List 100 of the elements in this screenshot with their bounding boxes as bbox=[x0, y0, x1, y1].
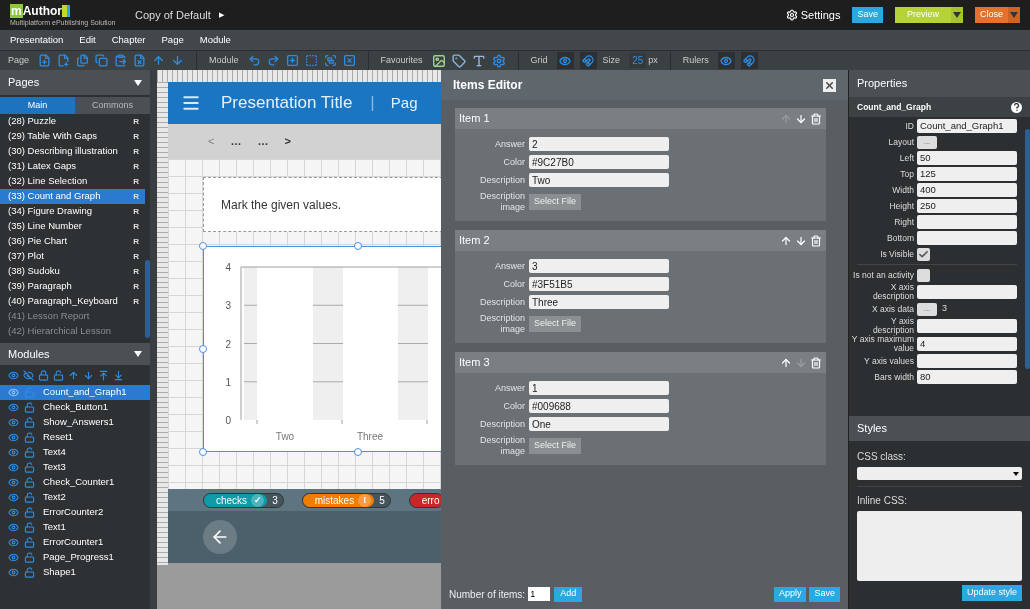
file-plus-icon[interactable] bbox=[38, 54, 52, 67]
input-field[interactable]: Two bbox=[529, 173, 669, 187]
text-icon[interactable] bbox=[471, 53, 486, 68]
resize-handle[interactable] bbox=[354, 448, 362, 456]
group-icon[interactable] bbox=[323, 54, 337, 67]
unlock-icon[interactable] bbox=[24, 522, 35, 533]
eye-icon[interactable] bbox=[8, 477, 19, 488]
list-item[interactable]: (34) Figure Drawing R bbox=[0, 204, 145, 219]
list-item[interactable]: (33) Count and Graph R bbox=[0, 189, 145, 204]
unlock-icon[interactable] bbox=[24, 537, 35, 548]
list-item[interactable]: ErrorCounter1 bbox=[0, 535, 150, 550]
resize-handle[interactable] bbox=[199, 242, 207, 250]
caret-icon[interactable] bbox=[1010, 12, 1018, 18]
list-item[interactable]: (36) Pie Chart R bbox=[0, 234, 145, 249]
list-item[interactable]: (38) Sudoku R bbox=[0, 264, 145, 279]
redo-icon[interactable] bbox=[266, 54, 280, 67]
input-field[interactable]: One bbox=[529, 417, 669, 431]
resize-handle[interactable] bbox=[199, 448, 207, 456]
property-field[interactable] bbox=[917, 354, 1017, 368]
unlock-icon[interactable] bbox=[24, 462, 35, 473]
input-field[interactable]: 1 bbox=[529, 381, 669, 395]
move-down-icon[interactable] bbox=[795, 234, 807, 247]
list-item[interactable]: Page_Progress1 bbox=[0, 550, 150, 565]
property-field[interactable] bbox=[917, 215, 1017, 229]
eye-icon[interactable] bbox=[8, 417, 19, 428]
list-item[interactable]: Count_and_Graph1 bbox=[0, 385, 150, 400]
back-button[interactable] bbox=[203, 520, 237, 554]
property-field[interactable] bbox=[917, 285, 1017, 299]
unlock-icon[interactable] bbox=[24, 417, 35, 428]
help-icon[interactable] bbox=[1011, 101, 1022, 113]
list-item[interactable]: (30) Describing illustration R bbox=[0, 144, 145, 159]
list-item[interactable]: Text4 bbox=[0, 445, 150, 460]
menu-item[interactable]: Chapter bbox=[111, 32, 146, 48]
unlock-icon[interactable] bbox=[24, 477, 35, 488]
input-field[interactable]: 2 bbox=[529, 137, 669, 151]
eye-icon[interactable] bbox=[8, 552, 19, 563]
rulers-visibility-toggle[interactable] bbox=[717, 52, 735, 69]
property-field[interactable]: Count_and_Graph1 bbox=[917, 119, 1017, 133]
list-item[interactable]: Reset1 bbox=[0, 430, 150, 445]
delete-icon[interactable] bbox=[810, 356, 822, 369]
tag-icon[interactable] bbox=[451, 53, 466, 68]
ellipsis-button[interactable]: ... bbox=[917, 302, 937, 316]
input-field[interactable]: #9C27B0 bbox=[529, 155, 669, 169]
list-item[interactable]: (31) Latex Gaps R bbox=[0, 159, 145, 174]
delete-icon[interactable] bbox=[810, 234, 822, 247]
eye-icon[interactable] bbox=[8, 537, 19, 548]
resize-handle[interactable] bbox=[199, 345, 207, 353]
property-field[interactable]: 400 bbox=[917, 183, 1017, 197]
property-field[interactable]: 4 bbox=[917, 337, 1017, 351]
unlock-icon[interactable] bbox=[53, 369, 64, 381]
list-item[interactable]: Check_Counter1 bbox=[0, 475, 150, 490]
tab[interactable]: Commons bbox=[75, 97, 150, 114]
property-field[interactable]: 125 bbox=[917, 167, 1017, 181]
eye-icon[interactable] bbox=[8, 567, 19, 578]
delete-icon[interactable] bbox=[810, 112, 822, 125]
eye-icon[interactable] bbox=[8, 447, 19, 458]
list-item[interactable]: (37) Plot R bbox=[0, 249, 145, 264]
property-field[interactable]: 250 bbox=[917, 199, 1017, 213]
eye-icon[interactable] bbox=[8, 369, 19, 381]
list-item[interactable]: ErrorCounter2 bbox=[0, 505, 150, 520]
grid-visibility-toggle[interactable] bbox=[556, 52, 574, 69]
copy-icon[interactable] bbox=[95, 54, 109, 67]
list-item[interactable]: (40) Paragraph_Keyboard R bbox=[0, 294, 145, 309]
list-item[interactable]: Text3 bbox=[0, 460, 150, 475]
undo-icon[interactable] bbox=[247, 54, 261, 67]
nav-link[interactable]: > bbox=[284, 133, 291, 150]
eye-icon[interactable] bbox=[8, 492, 19, 503]
dashed-square-icon[interactable] bbox=[304, 54, 318, 67]
list-item[interactable]: Show_Answers1 bbox=[0, 415, 150, 430]
input-field[interactable]: #3F51B5 bbox=[529, 277, 669, 291]
unlock-icon[interactable] bbox=[24, 567, 35, 578]
move-up-icon[interactable] bbox=[780, 356, 792, 369]
grid-snap-toggle[interactable] bbox=[579, 52, 597, 69]
settings-button[interactable]: Settings bbox=[785, 6, 841, 24]
count-field[interactable]: 1 bbox=[528, 587, 551, 601]
unlock-icon[interactable] bbox=[24, 552, 35, 563]
eye-off-icon[interactable] bbox=[23, 369, 34, 381]
rulers-snap-toggle[interactable] bbox=[740, 52, 758, 69]
arrow-up-icon[interactable] bbox=[68, 369, 79, 381]
settings-icon[interactable] bbox=[491, 53, 506, 68]
input-field[interactable]: 3 bbox=[529, 259, 669, 273]
arrow-down-icon[interactable] bbox=[83, 369, 94, 381]
caret-icon[interactable] bbox=[953, 12, 961, 18]
unlock-icon[interactable] bbox=[24, 507, 35, 518]
list-item[interactable]: (29) Table With Gaps R bbox=[0, 129, 145, 144]
square-plus-icon[interactable] bbox=[285, 54, 299, 67]
inline-css-field[interactable] bbox=[857, 511, 1022, 581]
checkbox[interactable] bbox=[917, 268, 930, 282]
nav-link[interactable]: … bbox=[257, 133, 269, 150]
checkbox[interactable] bbox=[917, 247, 930, 261]
files-icon[interactable] bbox=[76, 54, 90, 67]
eye-icon[interactable] bbox=[8, 462, 19, 473]
lock-icon[interactable] bbox=[38, 369, 49, 381]
list-item[interactable]: Text2 bbox=[0, 490, 150, 505]
property-field[interactable]: 50 bbox=[917, 151, 1017, 165]
eye-icon[interactable] bbox=[8, 507, 19, 518]
menu-item[interactable]: Module bbox=[199, 32, 231, 48]
eye-icon[interactable] bbox=[8, 522, 19, 533]
arrow-to-top-icon[interactable] bbox=[98, 369, 109, 381]
list-item[interactable]: (35) Line Number R bbox=[0, 219, 145, 234]
